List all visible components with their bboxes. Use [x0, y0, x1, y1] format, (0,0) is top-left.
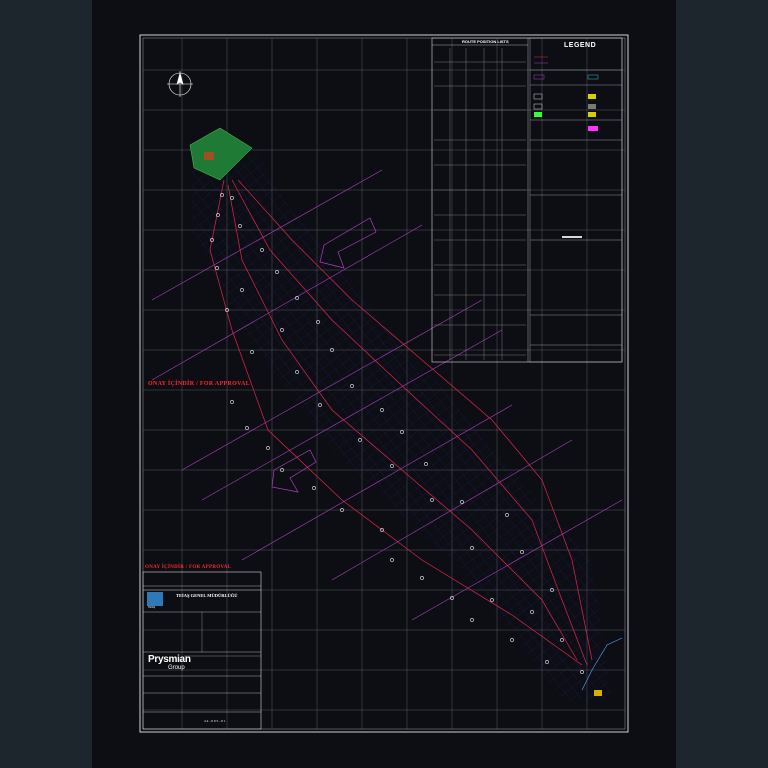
owner-logo-text: TEİAŞ [148, 606, 156, 609]
owner-name: TEİAŞ GENEL MÜDÜRLÜĞÜ [176, 593, 238, 598]
north-arrow-icon [167, 71, 193, 97]
prysmian-group-logo: Group [168, 665, 185, 671]
north-substation [204, 152, 214, 160]
south-substation [594, 690, 602, 696]
route-table-title: ROUTE POSITION LISTS [462, 39, 509, 44]
legend-swatches [533, 56, 599, 238]
legend-title: LEGEND [564, 42, 597, 49]
sheet-number: 4 4 - 0 0 5 - 0 1 [204, 719, 226, 723]
legend-panel [529, 37, 623, 363]
approval-stamp-titleblock: ONAY İÇİNDİR / FOR APPROVAL [145, 565, 232, 570]
route-position-table [431, 37, 623, 363]
prysmian-logo: Prysmian [148, 654, 191, 665]
route-table-rows [434, 48, 526, 360]
approval-stamp-main: ONAY İÇİNDİR / FOR APPROVAL [148, 381, 250, 387]
teias-logo-icon [147, 592, 163, 606]
drawing-viewport[interactable]: ONAY İÇİNDİR / FOR APPROVAL ONAY İÇİNDİR… [92, 0, 676, 768]
